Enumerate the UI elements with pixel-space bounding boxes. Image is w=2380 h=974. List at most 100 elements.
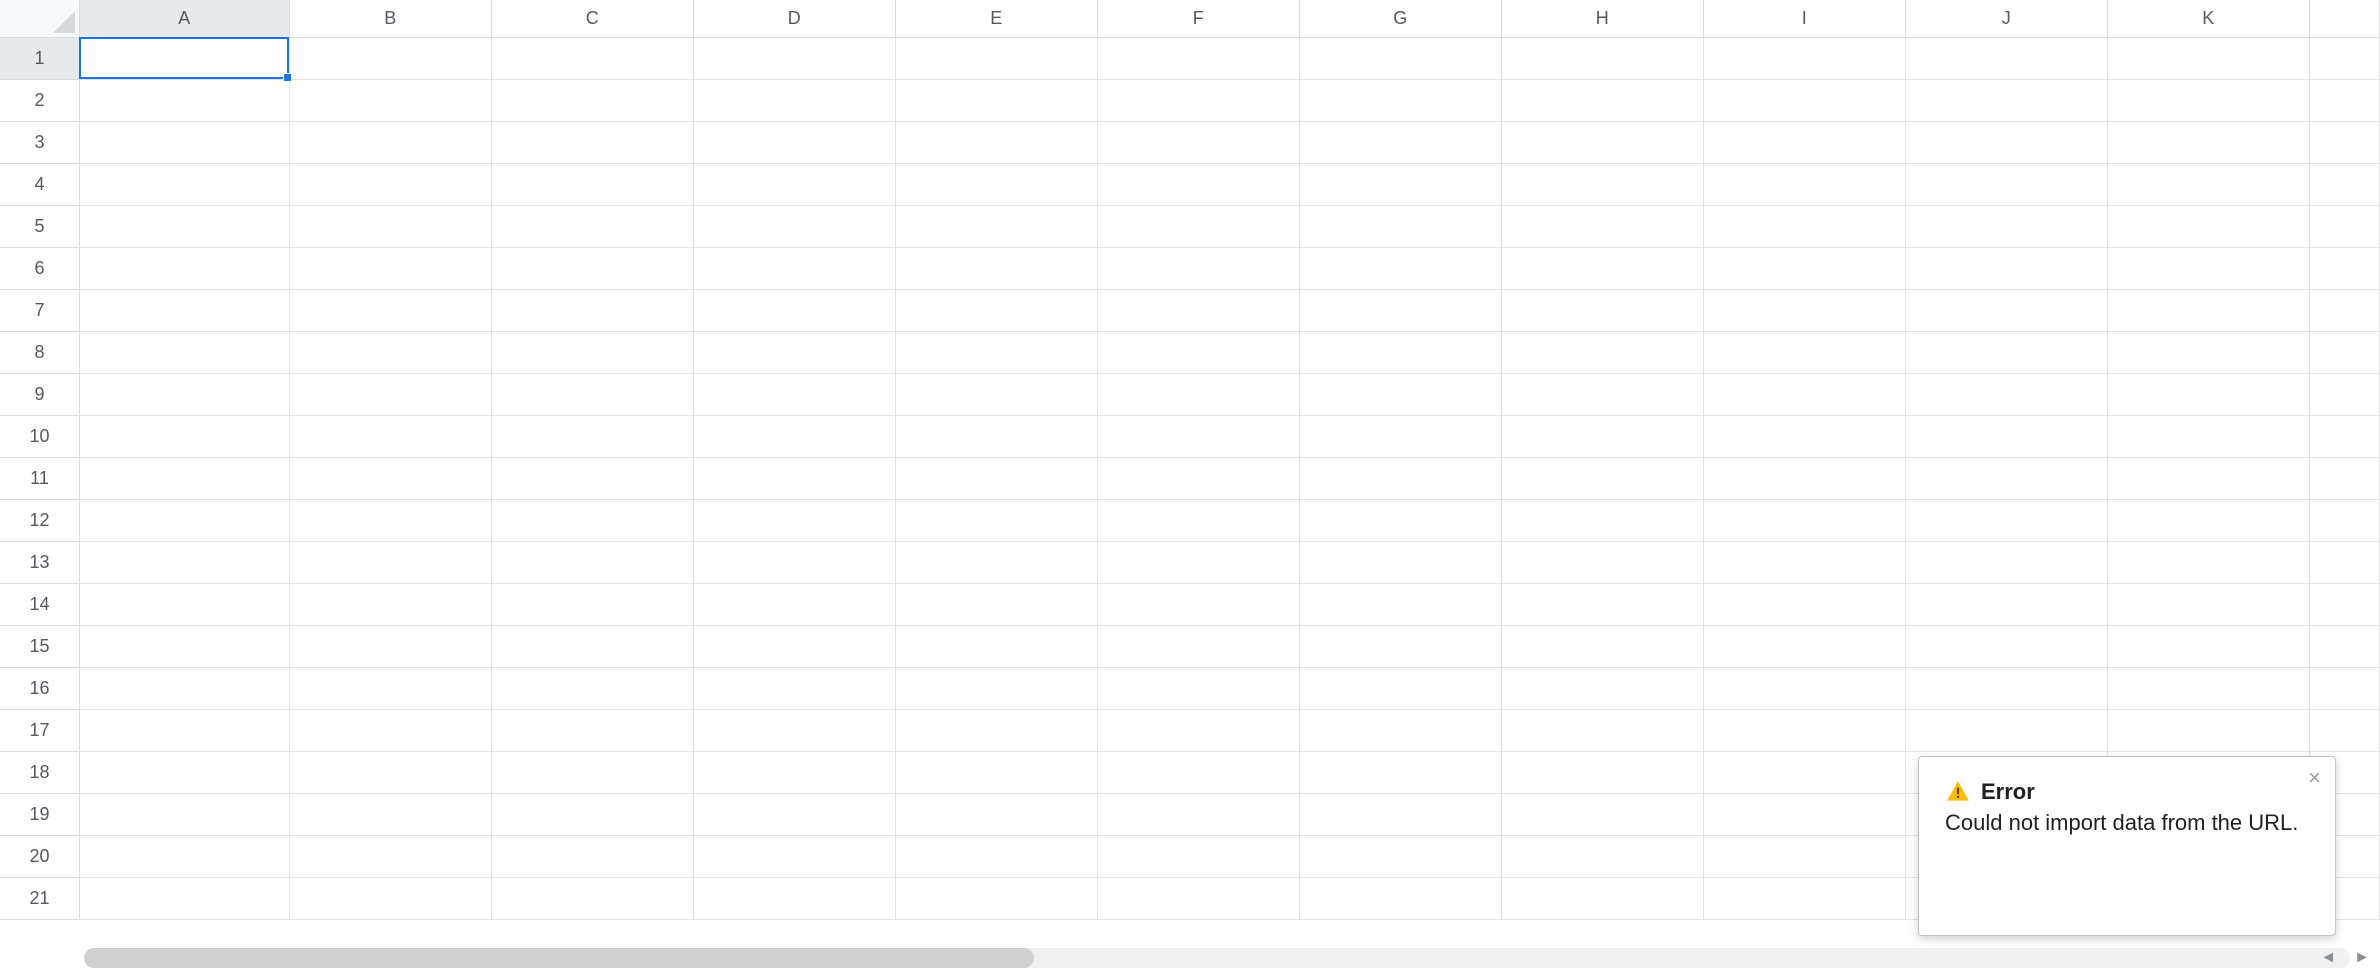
cell[interactable]	[1502, 248, 1704, 290]
cell[interactable]	[694, 878, 896, 920]
cell[interactable]	[1502, 668, 1704, 710]
row-header-10[interactable]: 10	[0, 416, 80, 458]
cell[interactable]	[80, 878, 290, 920]
cell[interactable]	[1704, 290, 1906, 332]
cell[interactable]	[2108, 164, 2310, 206]
cell[interactable]	[2310, 416, 2380, 458]
cell[interactable]	[492, 836, 694, 878]
cell[interactable]	[1502, 836, 1704, 878]
cell[interactable]	[1502, 878, 1704, 920]
cell[interactable]	[1300, 416, 1502, 458]
cell[interactable]	[694, 332, 896, 374]
cell[interactable]	[492, 80, 694, 122]
cell[interactable]	[694, 290, 896, 332]
cell[interactable]	[290, 794, 492, 836]
row-header-9[interactable]: 9	[0, 374, 80, 416]
cell[interactable]	[1502, 626, 1704, 668]
cell[interactable]	[1906, 206, 2108, 248]
cell[interactable]	[1502, 164, 1704, 206]
cell[interactable]	[1098, 836, 1300, 878]
cell[interactable]	[694, 80, 896, 122]
cell[interactable]	[1300, 80, 1502, 122]
cell[interactable]	[80, 290, 290, 332]
cell[interactable]	[1906, 710, 2108, 752]
cell[interactable]	[1098, 878, 1300, 920]
cell[interactable]	[2310, 626, 2380, 668]
cell[interactable]	[290, 836, 492, 878]
cell[interactable]	[1704, 542, 1906, 584]
row-header-17[interactable]: 17	[0, 710, 80, 752]
cell[interactable]	[1704, 80, 1906, 122]
horizontal-scrollbar-track[interactable]	[84, 948, 2350, 968]
cell[interactable]	[290, 500, 492, 542]
cell[interactable]	[694, 752, 896, 794]
column-header-D[interactable]: D	[694, 0, 896, 38]
cell[interactable]	[896, 668, 1098, 710]
cell[interactable]	[694, 710, 896, 752]
cell[interactable]	[492, 710, 694, 752]
cell[interactable]	[1502, 332, 1704, 374]
cell[interactable]	[694, 458, 896, 500]
cell[interactable]	[1300, 290, 1502, 332]
cell[interactable]	[2108, 416, 2310, 458]
cell[interactable]	[290, 668, 492, 710]
row-header-8[interactable]: 8	[0, 332, 80, 374]
cell[interactable]	[896, 122, 1098, 164]
cell[interactable]	[1704, 836, 1906, 878]
cell[interactable]	[1704, 500, 1906, 542]
cell[interactable]	[1098, 752, 1300, 794]
cell[interactable]	[2310, 584, 2380, 626]
cell[interactable]	[290, 164, 492, 206]
cell[interactable]	[1502, 374, 1704, 416]
row-header-21[interactable]: 21	[0, 878, 80, 920]
cell[interactable]	[1906, 458, 2108, 500]
cell[interactable]	[896, 374, 1098, 416]
row-header-15[interactable]: 15	[0, 626, 80, 668]
cell[interactable]	[2310, 122, 2380, 164]
row-header-11[interactable]: 11	[0, 458, 80, 500]
cell[interactable]	[1502, 752, 1704, 794]
cell[interactable]	[1704, 122, 1906, 164]
cell[interactable]	[290, 206, 492, 248]
cell[interactable]	[80, 794, 290, 836]
cell[interactable]	[1300, 584, 1502, 626]
cell[interactable]	[1502, 794, 1704, 836]
cell[interactable]	[1704, 584, 1906, 626]
cell[interactable]	[2108, 80, 2310, 122]
cell[interactable]	[1502, 458, 1704, 500]
cell[interactable]	[492, 626, 694, 668]
column-header-K[interactable]: K	[2108, 0, 2310, 38]
cell[interactable]	[2108, 290, 2310, 332]
cell[interactable]	[1098, 248, 1300, 290]
cell[interactable]	[290, 332, 492, 374]
cell[interactable]	[290, 584, 492, 626]
column-header-B[interactable]: B	[290, 0, 492, 38]
cell[interactable]	[290, 248, 492, 290]
cell[interactable]	[2310, 80, 2380, 122]
cell[interactable]	[694, 584, 896, 626]
cell[interactable]	[896, 80, 1098, 122]
cell[interactable]	[1906, 38, 2108, 80]
cell[interactable]	[1098, 710, 1300, 752]
cell[interactable]	[1300, 710, 1502, 752]
cell[interactable]	[1906, 332, 2108, 374]
column-header-C[interactable]: C	[492, 0, 694, 38]
cell[interactable]	[492, 38, 694, 80]
cell[interactable]	[1906, 584, 2108, 626]
cell[interactable]	[290, 122, 492, 164]
cell[interactable]	[80, 500, 290, 542]
column-header-E[interactable]: E	[896, 0, 1098, 38]
row-header-6[interactable]: 6	[0, 248, 80, 290]
select-all-corner[interactable]	[0, 0, 80, 38]
column-header-F[interactable]: F	[1098, 0, 1300, 38]
cell[interactable]	[2108, 710, 2310, 752]
cell[interactable]	[1704, 668, 1906, 710]
column-header-H[interactable]: H	[1502, 0, 1704, 38]
cell[interactable]	[1704, 752, 1906, 794]
row-header-3[interactable]: 3	[0, 122, 80, 164]
cell[interactable]	[896, 248, 1098, 290]
cell[interactable]	[1098, 626, 1300, 668]
cell[interactable]	[290, 878, 492, 920]
row-header-20[interactable]: 20	[0, 836, 80, 878]
cell[interactable]	[896, 542, 1098, 584]
